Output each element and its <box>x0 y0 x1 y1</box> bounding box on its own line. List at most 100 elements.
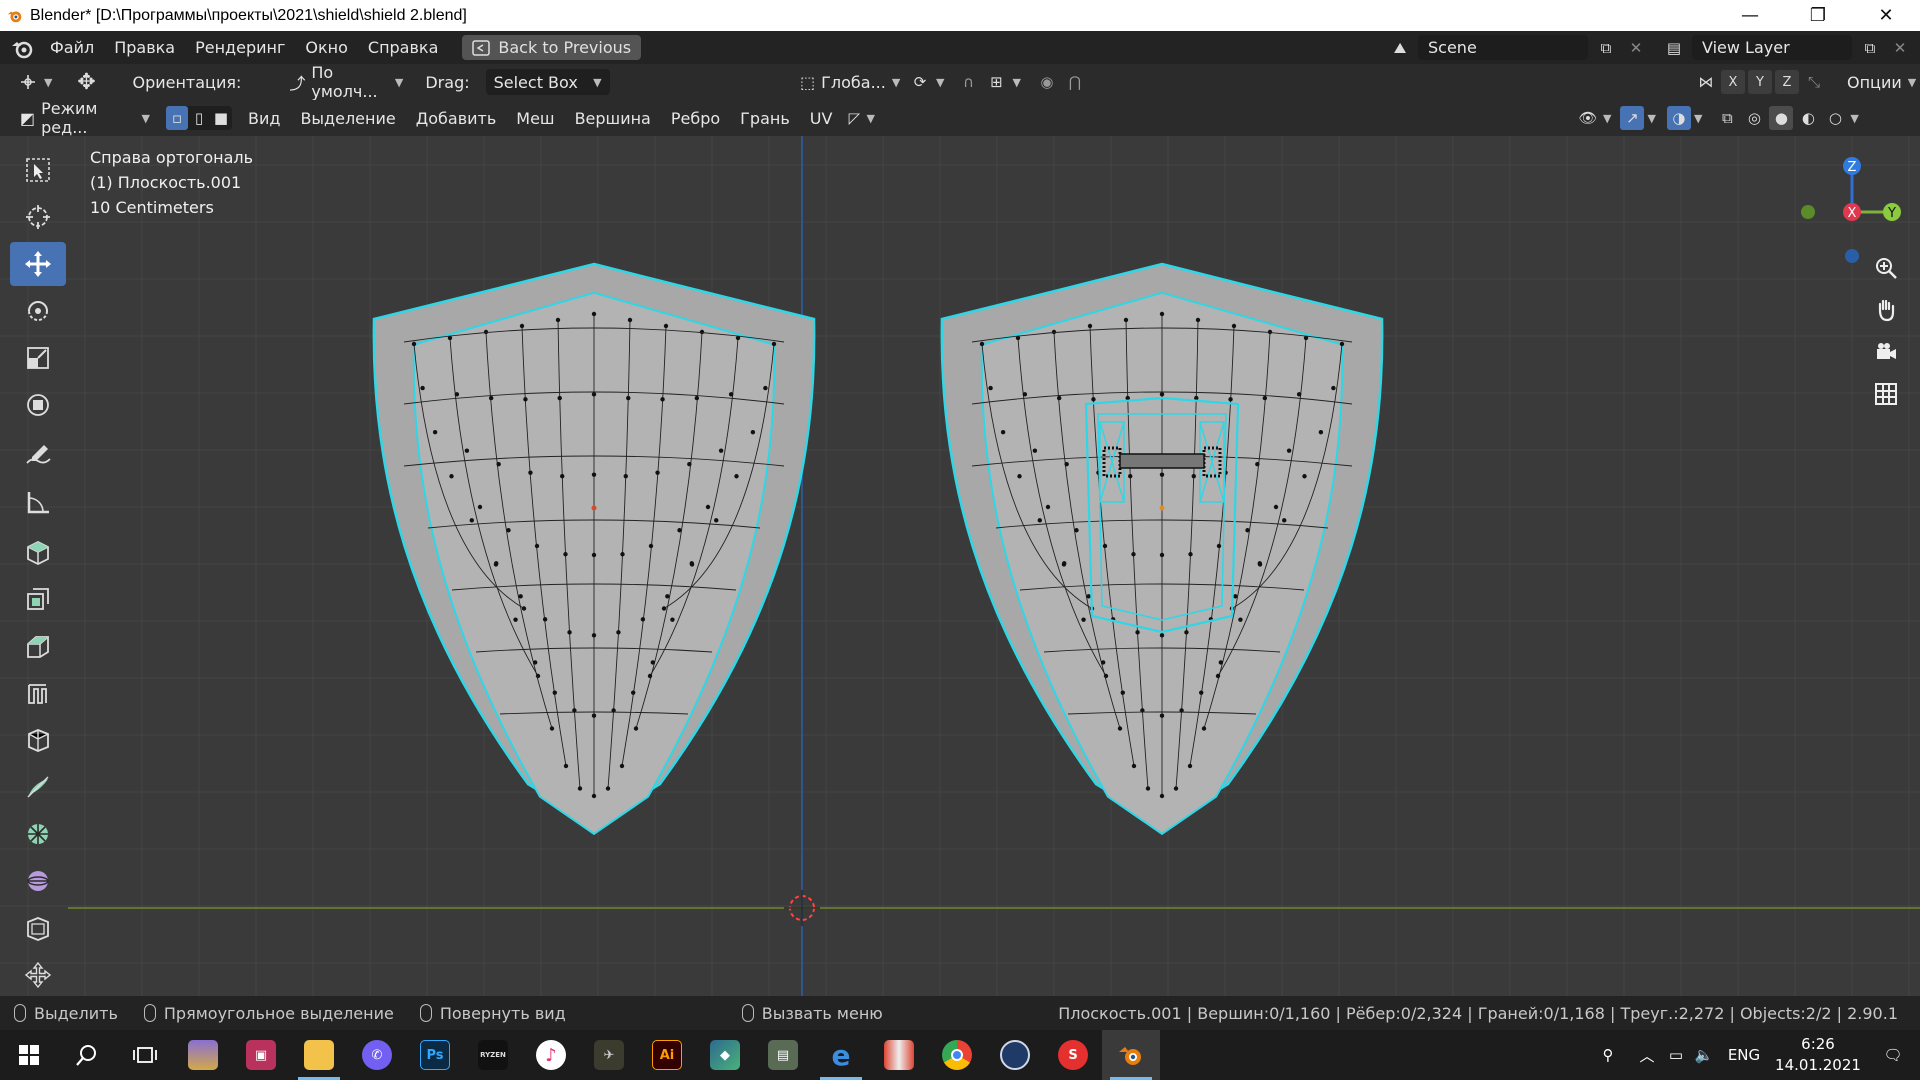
scale-tool[interactable] <box>10 336 66 380</box>
knife-tool[interactable] <box>10 765 66 809</box>
transform-tool[interactable] <box>10 383 66 427</box>
snap-element-icon[interactable]: ⊞ <box>984 70 1008 94</box>
menu-add[interactable]: Добавить <box>406 102 507 135</box>
rotate-tool[interactable] <box>10 289 66 333</box>
chevron-up-icon[interactable]: ︿ <box>1632 1045 1662 1066</box>
clock[interactable]: 6:26 14.01.2021 <box>1770 1034 1866 1076</box>
blender-menu-icon[interactable] <box>10 37 34 59</box>
menu-select[interactable]: Выделение <box>290 102 405 135</box>
orientation-dropdown[interactable]: ⤴ По умолч... ▼ <box>281 63 412 101</box>
inset-faces-tool[interactable] <box>10 624 66 668</box>
pan-hand-icon[interactable] <box>1874 298 1906 330</box>
move-tool-icon[interactable]: ✥ <box>70 66 102 98</box>
drag-dropdown[interactable]: Select Box ▼ <box>485 69 610 95</box>
xray-icon[interactable]: ⧉ <box>1715 106 1739 130</box>
taskbar-movie-maker[interactable]: ▣ <box>232 1030 290 1080</box>
scene-name-field[interactable]: Scene <box>1418 35 1588 60</box>
taskbar-substance[interactable]: S <box>1044 1030 1102 1080</box>
snap-magnet-icon[interactable]: ∩ <box>956 70 980 94</box>
camera-view-icon[interactable] <box>1874 340 1906 372</box>
mirror-icon[interactable]: ⋈ <box>1694 70 1718 94</box>
taskbar-photoshop[interactable]: Ps <box>406 1030 464 1080</box>
shrink-fatten-tool[interactable] <box>10 953 66 997</box>
new-scene-icon[interactable]: ⧉ <box>1594 36 1618 60</box>
menu-window[interactable]: Окно <box>295 31 358 64</box>
editor-type-dropdown[interactable]: ▼ <box>10 69 61 95</box>
menu-vertex[interactable]: Вершина <box>565 102 661 135</box>
falloff-icon[interactable]: ⋂ <box>1063 70 1087 94</box>
view-layer-selector-icon[interactable]: ▤ <box>1662 36 1686 60</box>
vertex-select-icon[interactable]: ▫ <box>166 106 188 130</box>
restore-icon[interactable]: ❐ <box>1784 0 1852 31</box>
mirror-y-button[interactable]: Y <box>1748 70 1772 94</box>
volume-icon[interactable]: 🔈 <box>1690 1046 1718 1064</box>
menu-mesh[interactable]: Меш <box>506 102 564 135</box>
notifications-icon[interactable]: 🗨 <box>1866 1046 1920 1064</box>
taskbar-cinema4d[interactable] <box>986 1030 1044 1080</box>
annotate-tool[interactable] <box>10 433 66 477</box>
taskbar-itunes[interactable]: ♪ <box>522 1030 580 1080</box>
poly-build-tool[interactable] <box>10 812 66 856</box>
ortho-grid-icon[interactable] <box>1874 382 1906 414</box>
task-view-button[interactable] <box>116 1030 174 1080</box>
gizmo-icon[interactable]: ↗ <box>1620 106 1645 130</box>
taskbar-ryzen-master[interactable]: RYZEN <box>464 1030 522 1080</box>
start-button[interactable] <box>0 1030 58 1080</box>
shading-icon[interactable]: ◸ <box>842 106 866 130</box>
scene-selector-icon[interactable]: ⛰ <box>1388 36 1412 60</box>
taskbar-viber[interactable]: ✆ <box>348 1030 406 1080</box>
add-cube-tool[interactable] <box>10 530 66 574</box>
proportional-edit-icon[interactable]: ◉ <box>1035 70 1059 94</box>
menu-view[interactable]: Вид <box>238 102 290 135</box>
gizmo-neg-y-axis[interactable] <box>1801 205 1815 219</box>
solid-shading-icon[interactable]: ● <box>1769 106 1794 130</box>
taskbar-game[interactable]: ✈ <box>580 1030 638 1080</box>
overlays-icon[interactable]: ◑ <box>1666 106 1691 130</box>
taskbar-chrome[interactable] <box>928 1030 986 1080</box>
bevel-tool[interactable] <box>10 671 66 715</box>
back-to-previous-button[interactable]: Back to Previous <box>462 35 642 60</box>
move-tool[interactable] <box>10 242 66 286</box>
menu-face[interactable]: Грань <box>730 102 800 135</box>
search-button[interactable] <box>58 1030 116 1080</box>
taskbar-photo-viewer[interactable]: ▤ <box>754 1030 812 1080</box>
menu-uv[interactable]: UV <box>800 102 843 135</box>
taskbar-file-explorer[interactable] <box>290 1030 348 1080</box>
menu-edit[interactable]: Правка <box>104 31 185 64</box>
rendered-shading-icon[interactable]: ○ <box>1823 106 1847 130</box>
mode-dropdown[interactable]: ◩ Режим ред... ▼ <box>12 99 158 137</box>
close-icon[interactable]: ✕ <box>1852 0 1920 31</box>
minimize-icon[interactable]: — <box>1716 0 1784 31</box>
face-select-icon[interactable]: ■ <box>210 106 232 130</box>
measure-tool[interactable] <box>10 480 66 524</box>
pivot-point-icon[interactable]: ⟳ <box>908 70 932 94</box>
select-box-tool[interactable] <box>10 148 66 192</box>
taskbar-winrar[interactable] <box>174 1030 232 1080</box>
loop-cut-tool[interactable] <box>10 718 66 762</box>
language-indicator[interactable]: ENG <box>1718 1046 1770 1064</box>
menu-edge[interactable]: Ребро <box>661 102 730 135</box>
edge-select-icon[interactable]: ▯ <box>188 106 210 130</box>
viewport-canvas[interactable] <box>0 136 1920 996</box>
taskbar-layers-app[interactable]: ◆ <box>696 1030 754 1080</box>
3d-viewport[interactable]: Справа ортогональ (1) Плоскость.001 10 C… <box>0 136 1920 996</box>
menu-help[interactable]: Справка <box>358 31 449 64</box>
cursor-tool[interactable] <box>10 195 66 239</box>
menu-file[interactable]: Файл <box>40 31 104 64</box>
gizmo-neg-z-axis[interactable] <box>1845 249 1859 263</box>
mirror-x-button[interactable]: X <box>1721 70 1745 94</box>
new-view-layer-icon[interactable]: ⧉ <box>1858 36 1882 60</box>
taskbar-illustrator[interactable]: Ai <box>638 1030 696 1080</box>
auto-merge-icon[interactable]: ⤡ <box>1802 70 1826 94</box>
people-icon[interactable]: ⚲ <box>1584 1046 1632 1064</box>
mirror-z-button[interactable]: Z <box>1775 70 1799 94</box>
taskbar-blender[interactable] <box>1102 1030 1160 1080</box>
wireframe-shading-icon[interactable]: ◎ <box>1742 106 1766 130</box>
spin-tool[interactable] <box>10 859 66 903</box>
options-dropdown[interactable]: Опции ▼ <box>1839 69 1920 95</box>
network-icon[interactable]: ▭ <box>1662 1046 1690 1064</box>
view-layer-field[interactable]: View Layer <box>1692 35 1852 60</box>
taskbar-edge[interactable]: e <box>812 1030 870 1080</box>
zoom-icon[interactable] <box>1874 256 1906 288</box>
menu-render[interactable]: Рендеринг <box>185 31 295 64</box>
